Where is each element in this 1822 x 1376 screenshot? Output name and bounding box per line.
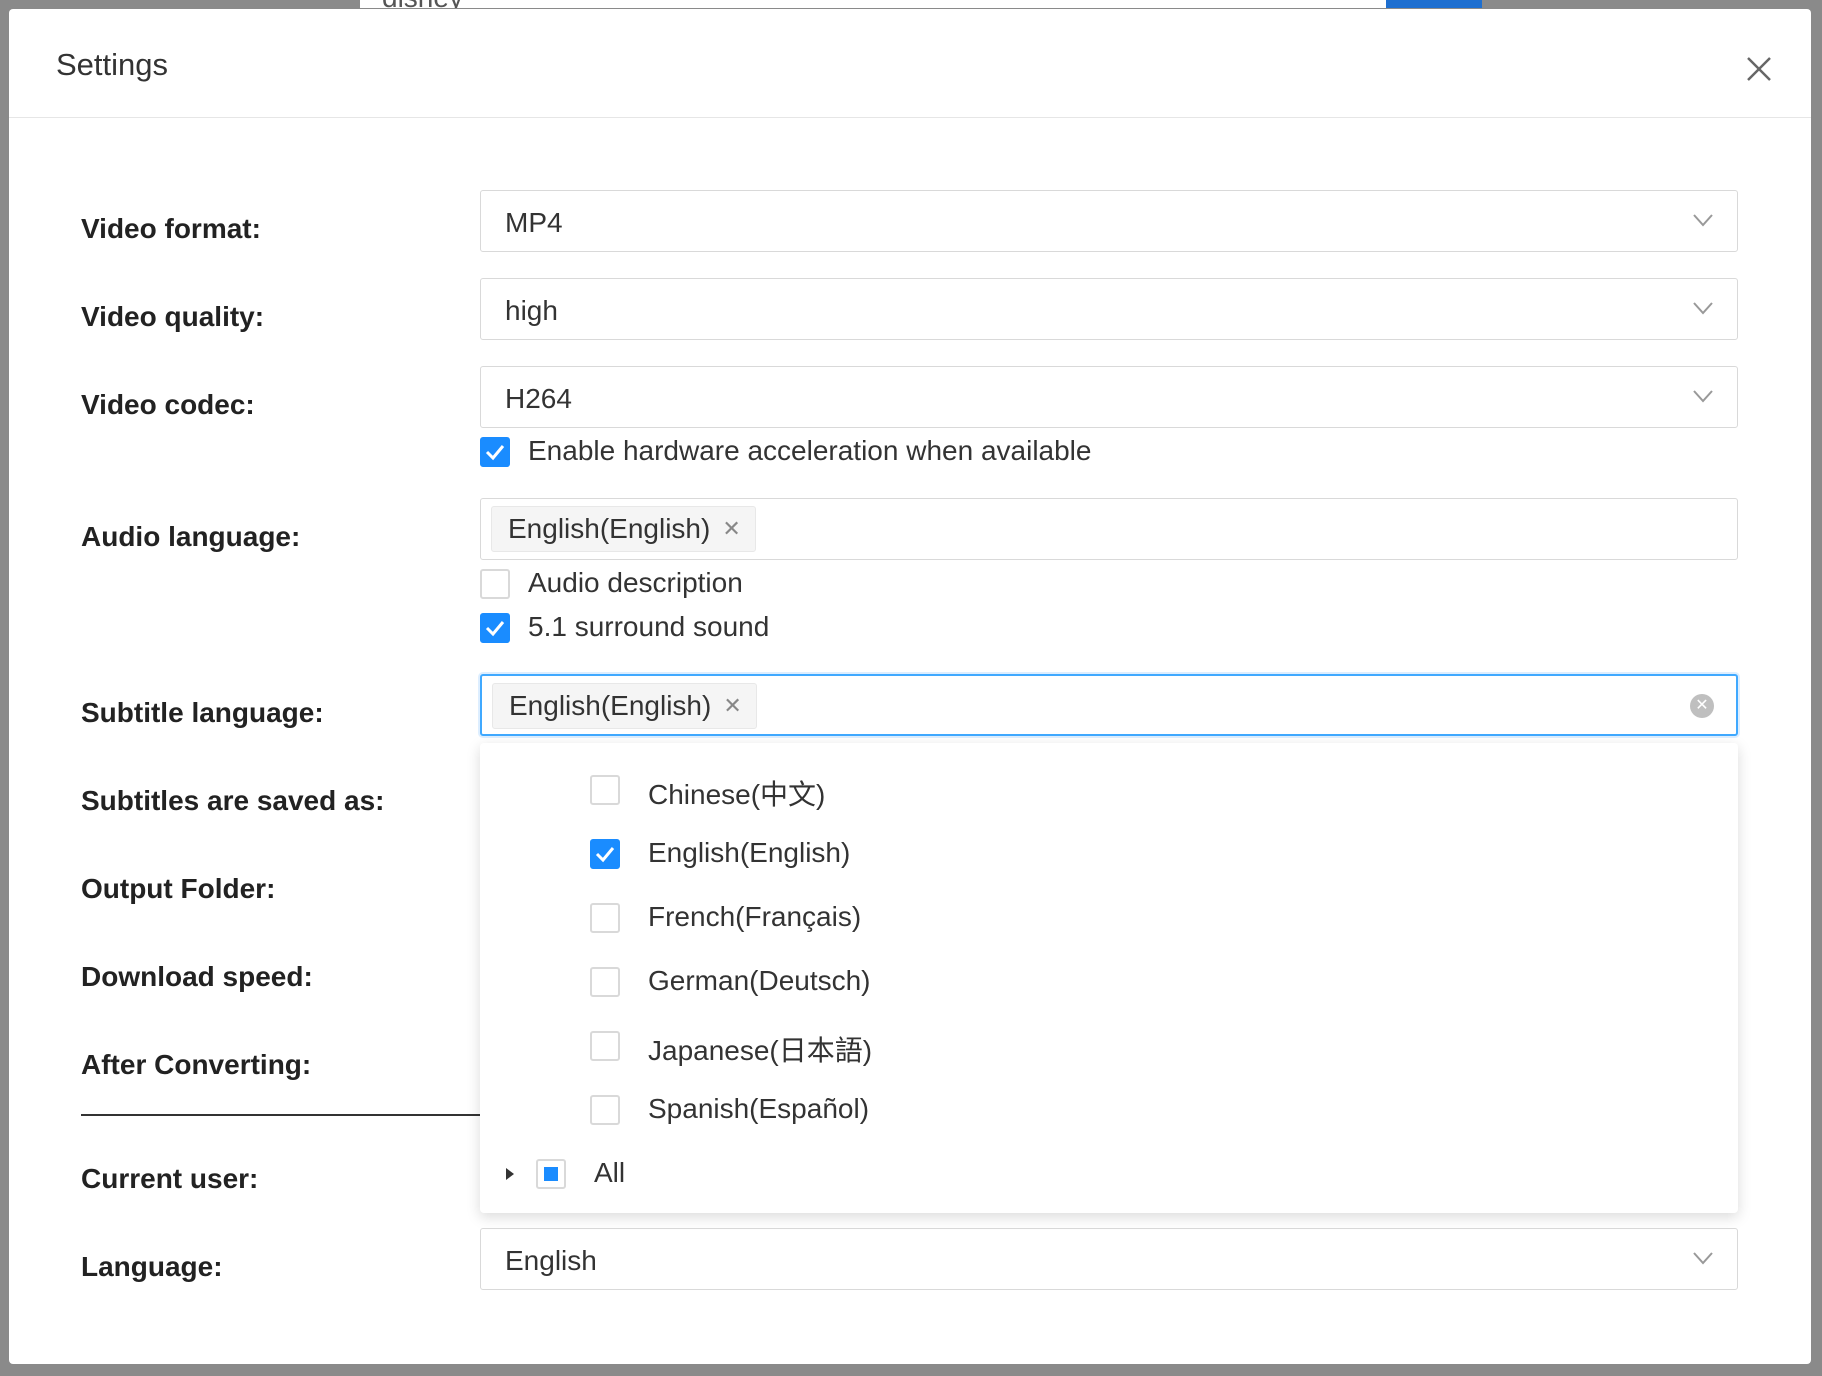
chevron-down-icon [1693, 302, 1713, 315]
language-value: English [505, 1245, 597, 1276]
close-icon [1747, 57, 1771, 81]
subtitle-language-tag-text: English(English) [509, 690, 712, 721]
option-label: Chinese(中文) [648, 779, 826, 810]
checkmark-icon [485, 621, 505, 637]
option-checkbox[interactable] [590, 775, 620, 805]
all-checkbox[interactable] [536, 1159, 566, 1189]
video-codec-value: H264 [505, 383, 572, 414]
tag-remove-icon[interactable]: ✕ [722, 516, 740, 542]
dropdown-option-german[interactable]: German(Deutsch) [480, 954, 1738, 1010]
dropdown-option-japanese[interactable]: Japanese(日本語) [480, 1018, 1738, 1074]
subtitles-saved-as-label: Subtitles are saved as: [81, 785, 385, 816]
option-label: English(English) [648, 837, 851, 868]
settings-dialog: Settings Video format: MP4 Video quality… [9, 9, 1811, 1364]
checkmark-icon [485, 445, 505, 461]
close-button[interactable] [1739, 49, 1779, 89]
option-checkbox[interactable] [590, 1031, 620, 1061]
tag-remove-icon[interactable]: ✕ [723, 693, 741, 719]
subtitle-language-select[interactable]: English(English) ✕ ✕ [480, 674, 1738, 736]
subtitle-language-dropdown: Chinese(中文) English(English) French(Fran… [480, 743, 1738, 1213]
current-user-label: Current user: [81, 1163, 259, 1194]
dialog-header: Settings [9, 9, 1811, 118]
language-select[interactable]: English [480, 1228, 1738, 1290]
dropdown-option-all[interactable]: All [480, 1146, 1738, 1202]
video-quality-label: Video quality: [81, 301, 265, 332]
after-converting-label: After Converting: [81, 1049, 312, 1080]
background-search-bar: disney [360, 0, 1390, 8]
audio-language-label: Audio language: [81, 521, 301, 552]
video-codec-label: Video codec: [81, 389, 255, 420]
option-checkbox[interactable] [590, 1095, 620, 1125]
audio-language-select[interactable]: English(English) ✕ [480, 498, 1738, 560]
audio-description-checkbox[interactable] [480, 569, 510, 599]
surround-sound-checkbox[interactable] [480, 613, 510, 643]
option-label: Japanese(日本語) [648, 1035, 873, 1066]
subtitle-language-tag: English(English) ✕ [492, 683, 757, 729]
subtitle-language-label: Subtitle language: [81, 697, 324, 728]
option-checkbox[interactable] [590, 967, 620, 997]
option-label: Spanish(Español) [648, 1093, 870, 1124]
video-quality-select[interactable]: high [480, 278, 1738, 340]
chevron-down-icon [1693, 1252, 1713, 1265]
checkmark-icon [595, 847, 615, 863]
audio-language-tag-text: English(English) [508, 513, 711, 544]
video-format-label: Video format: [81, 213, 261, 244]
dropdown-option-english[interactable]: English(English) [480, 826, 1738, 882]
option-checkbox[interactable] [590, 839, 620, 869]
chevron-down-icon [1693, 214, 1713, 227]
hardware-acceleration-label[interactable]: Enable hardware acceleration when availa… [528, 435, 1091, 467]
audio-description-label[interactable]: Audio description [528, 567, 743, 599]
dialog-title: Settings [56, 47, 169, 82]
chevron-down-icon [1693, 390, 1713, 403]
indeterminate-icon [544, 1167, 558, 1181]
all-label: All [594, 1157, 626, 1188]
video-codec-select[interactable]: H264 [480, 366, 1738, 428]
option-label: French(Français) [648, 901, 862, 932]
video-format-value: MP4 [505, 207, 563, 238]
hardware-acceleration-checkbox[interactable] [480, 437, 510, 467]
language-label: Language: [81, 1251, 223, 1282]
video-format-select[interactable]: MP4 [480, 190, 1738, 252]
option-checkbox[interactable] [590, 903, 620, 933]
audio-language-tag: English(English) ✕ [491, 506, 756, 552]
clear-icon[interactable]: ✕ [1690, 694, 1714, 718]
video-quality-value: high [505, 295, 558, 326]
dropdown-option-french[interactable]: French(Français) [480, 890, 1738, 946]
caret-right-icon[interactable] [504, 1166, 516, 1182]
background-search-text: disney [382, 0, 463, 8]
dropdown-option-chinese[interactable]: Chinese(中文) [480, 762, 1738, 818]
section-divider [81, 1114, 481, 1116]
surround-sound-label[interactable]: 5.1 surround sound [528, 611, 769, 643]
option-label: German(Deutsch) [648, 965, 871, 996]
download-speed-label: Download speed: [81, 961, 313, 992]
dropdown-option-spanish[interactable]: Spanish(Español) [480, 1082, 1738, 1138]
output-folder-label: Output Folder: [81, 873, 276, 904]
background-search-button [1386, 0, 1482, 8]
